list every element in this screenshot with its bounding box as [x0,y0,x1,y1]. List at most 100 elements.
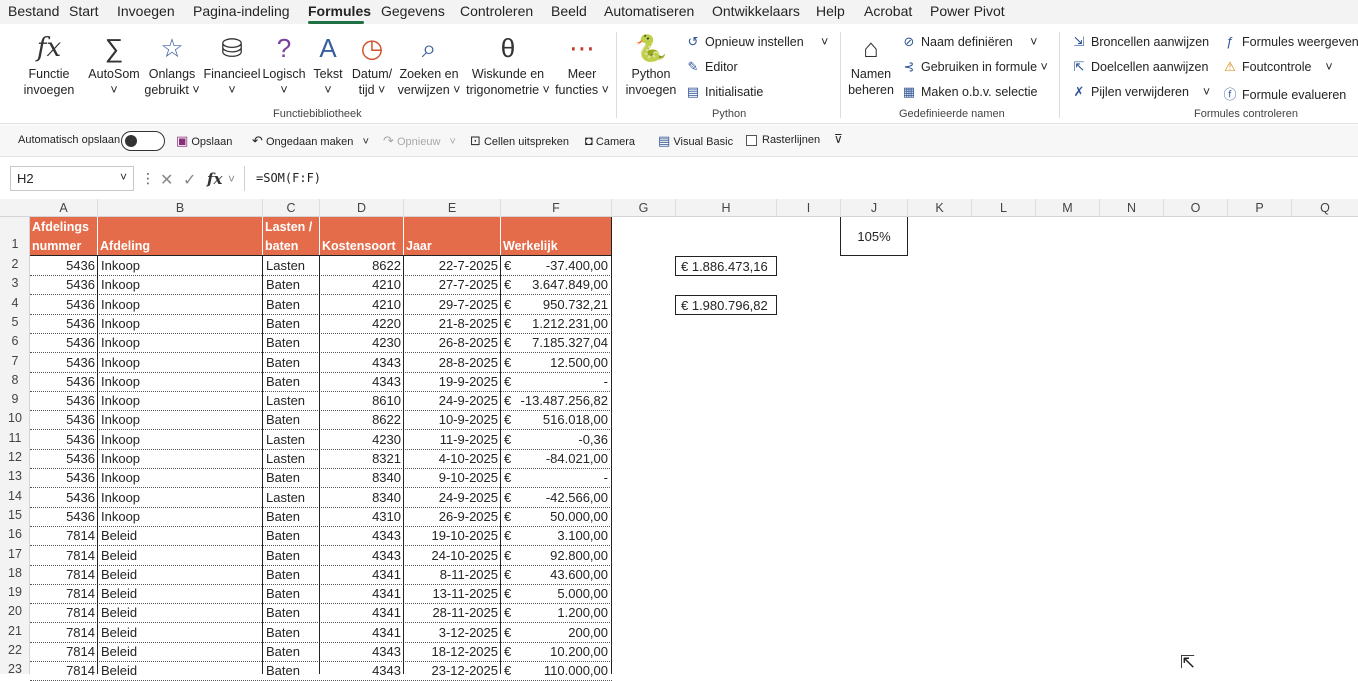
tab-bestand[interactable]: Bestand [8,3,59,19]
table-cell[interactable]: Inkoop [98,256,263,275]
row-header[interactable]: 17 [0,547,30,561]
tab-acrobat[interactable]: Acrobat [864,3,912,19]
row-header[interactable]: 14 [0,489,30,503]
table-cell[interactable]: 8622 [320,410,404,429]
gridlines-checkbox[interactable] [746,135,757,146]
table-cell[interactable]: 7814 [30,584,98,603]
visual-basic-button[interactable]: ▤ Visual Basic [658,133,733,149]
table-cell[interactable]: 5436 [30,256,98,275]
row-header[interactable]: 5 [0,315,30,329]
fx-dropdown-icon[interactable]: ˅ [228,172,235,186]
column-header[interactable]: A [30,199,98,217]
row-header[interactable]: 15 [0,508,30,522]
table-cell[interactable]: 7814 [30,642,98,661]
table-cell[interactable]: Baten [263,507,320,526]
column-header[interactable]: I [777,199,841,217]
tab-controleren[interactable]: Controleren [460,3,533,19]
table-cell[interactable]: -84.021,00 [515,449,611,468]
table-cell[interactable]: Beleid [98,584,263,603]
text-button[interactable]: A Tekst ˅ [310,32,346,98]
row-header[interactable]: 7 [0,354,30,368]
header-kostensoort[interactable]: Kostensoort [320,217,404,255]
table-cell[interactable]: Baten [263,410,320,429]
tab-ontwikkelaars[interactable]: Ontwikkelaars [712,3,800,19]
tab-beeld[interactable]: Beeld [551,3,587,19]
table-cell[interactable]: Lasten [263,256,320,275]
table-cell[interactable]: 24-9-2025 [404,488,501,507]
row-header[interactable]: 8 [0,373,30,387]
table-cell[interactable]: 26-9-2025 [404,507,501,526]
column-header[interactable]: D [320,199,404,217]
table-cell[interactable]: 8340 [320,468,404,487]
reset-python-button[interactable]: ↺ Opnieuw instellen ˅ [684,34,829,50]
table-cell[interactable]: 5436 [30,295,98,314]
row-header[interactable]: 13 [0,469,30,483]
table-cell[interactable]: 5436 [30,430,98,449]
table-cell[interactable]: 5436 [30,275,98,294]
table-cell[interactable]: 200,00 [515,623,611,642]
table-cell[interactable]: Lasten [263,449,320,468]
table-cell[interactable]: 28-8-2025 [404,353,501,372]
column-header[interactable]: O [1164,199,1228,217]
table-cell[interactable]: 13-11-2025 [404,584,501,603]
table-cell[interactable]: 110.000,00 [515,661,611,680]
table-cell[interactable]: 7814 [30,526,98,545]
column-header[interactable]: H [676,199,777,217]
row-header[interactable]: 4 [0,296,30,310]
column-header[interactable]: N [1100,199,1164,217]
show-formulas-button[interactable]: ƒ Formules weergeven [1221,34,1358,49]
table-cell[interactable]: 8622 [320,256,404,275]
trace-dependents-button[interactable]: ⇱ Doelcellen aanwijzen [1070,59,1209,75]
table-cell[interactable]: 10.200,00 [515,642,611,661]
table-cell[interactable]: 4343 [320,526,404,545]
table-cell[interactable]: 21-8-2025 [404,314,501,333]
redo-button[interactable]: ↷ Opnieuw ˅ [383,133,456,149]
tab-invoegen[interactable]: Invoegen [117,3,175,19]
table-cell[interactable]: 28-11-2025 [404,603,501,622]
table-cell[interactable]: 9-10-2025 [404,468,501,487]
column-header[interactable]: B [98,199,263,217]
column-header[interactable]: G [612,199,676,217]
table-cell[interactable]: -0,36 [515,430,611,449]
table-cell[interactable]: 18-12-2025 [404,642,501,661]
table-cell[interactable]: 516.018,00 [515,410,611,429]
logical-button[interactable]: ? Logisch ˅ [261,32,307,98]
table-cell[interactable]: Beleid [98,526,263,545]
table-cell[interactable]: 1.212.231,00 [515,314,611,333]
table-cell[interactable]: Lasten [263,391,320,410]
table-cell[interactable]: 43.600,00 [515,565,611,584]
name-manager-button[interactable]: ⌂ Namen beheren [846,32,896,98]
table-cell[interactable]: 8321 [320,449,404,468]
error-checking-button[interactable]: ⚠ Foutcontrole ˅ [1221,59,1333,75]
column-header[interactable]: E [404,199,501,217]
table-cell[interactable]: Baten [263,275,320,294]
table-cell[interactable]: - [515,372,611,391]
insert-function-button[interactable]: fx Functie invoegen [18,32,80,98]
table-cell[interactable]: 24-10-2025 [404,546,501,565]
table-cell[interactable]: -13.487.256,82 [515,391,611,410]
customize-qat-icon[interactable]: ⊽ [834,132,843,146]
table-cell[interactable]: 19-10-2025 [404,526,501,545]
table-cell[interactable]: 4220 [320,314,404,333]
table-cell[interactable]: 4310 [320,507,404,526]
tab-help[interactable]: Help [816,3,845,19]
table-cell[interactable]: -42.566,00 [515,488,611,507]
table-cell[interactable]: 5436 [30,410,98,429]
undo-button[interactable]: ↶ Ongedaan maken ˅ [252,133,369,149]
table-cell[interactable]: 7814 [30,661,98,680]
table-cell[interactable]: 5436 [30,333,98,352]
table-cell[interactable]: Beleid [98,661,263,680]
cell-h2[interactable]: € 1.886.473,16 [675,256,777,276]
trace-precedents-button[interactable]: ⇲ Broncellen aanwijzen [1070,34,1210,50]
table-cell[interactable]: Inkoop [98,275,263,294]
table-cell[interactable]: 5436 [30,372,98,391]
table-cell[interactable]: Beleid [98,546,263,565]
table-cell[interactable]: Baten [263,623,320,642]
row-header[interactable]: 10 [0,411,30,425]
table-cell[interactable]: 5436 [30,468,98,487]
table-cell[interactable]: 4343 [320,642,404,661]
table-cell[interactable]: Baten [263,661,320,680]
table-cell[interactable]: 4-10-2025 [404,449,501,468]
evaluate-formula-button[interactable]: ⓕ Formule evalueren [1221,84,1346,103]
table-cell[interactable]: - [515,468,611,487]
